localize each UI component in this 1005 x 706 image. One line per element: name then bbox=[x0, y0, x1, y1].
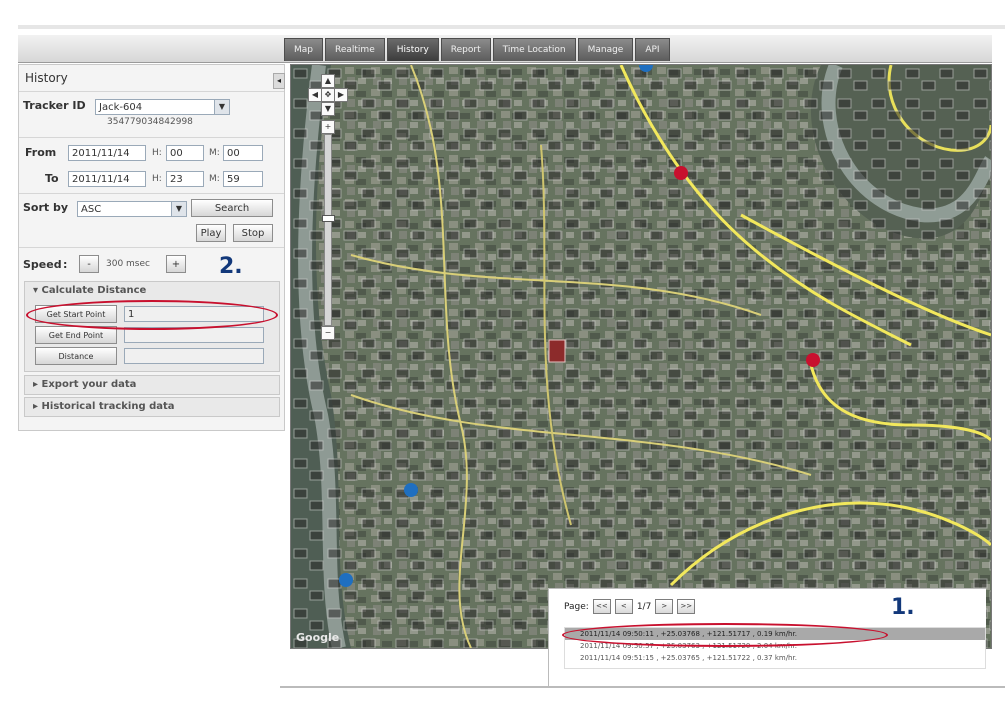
distance-field[interactable] bbox=[124, 348, 264, 364]
tab-time-location[interactable]: Time Location bbox=[492, 38, 576, 61]
prev-page-button[interactable]: < bbox=[614, 599, 633, 614]
tracker-row: Tracker ID Jack-604 ▼ 354779034842998 bbox=[23, 99, 278, 135]
speed-decrease-button[interactable]: - bbox=[79, 255, 99, 273]
annotation-oval-start-point bbox=[26, 300, 278, 330]
to-row: To 2011/11/14 H: 23 M: 59 bbox=[23, 171, 278, 189]
tracker-id-select[interactable]: Jack-604 ▼ bbox=[95, 99, 230, 115]
from-date-input[interactable]: 2011/11/14 bbox=[68, 145, 146, 161]
sort-label: Sort by bbox=[23, 201, 69, 214]
annotation-oval-first-result bbox=[562, 623, 888, 647]
pan-center-button[interactable]: ✥ bbox=[321, 88, 335, 102]
google-logo: Google bbox=[296, 631, 340, 644]
to-label: To bbox=[45, 172, 59, 185]
to-date-input[interactable]: 2011/11/14 bbox=[68, 171, 146, 187]
tab-manage[interactable]: Manage bbox=[577, 38, 634, 61]
tracker-imei: 354779034842998 bbox=[107, 117, 193, 127]
to-hour-input[interactable]: 23 bbox=[166, 171, 204, 187]
annotation-number-two: 2. bbox=[219, 254, 243, 279]
first-page-button[interactable]: << bbox=[592, 599, 611, 614]
speed-colon: : bbox=[63, 258, 68, 271]
historical-data-title: Historical tracking data bbox=[41, 401, 175, 412]
nav-tabbar: Map Realtime History Report Time Locatio… bbox=[18, 35, 992, 63]
from-minute-label: M: bbox=[209, 148, 220, 158]
chevron-down-icon: ▼ bbox=[171, 202, 186, 216]
results-panel: Page: << < 1/7 > >> 2011/11/14 09:50:11 … bbox=[548, 588, 986, 687]
export-data-section[interactable]: ▸ Export your data bbox=[24, 375, 280, 395]
divider bbox=[19, 137, 284, 138]
tracker-id-label: Tracker ID bbox=[23, 99, 86, 112]
export-data-header[interactable]: ▸ Export your data bbox=[25, 376, 279, 394]
divider bbox=[19, 247, 284, 248]
zoom-out-button[interactable]: − bbox=[321, 326, 335, 340]
map-imagery bbox=[291, 65, 991, 648]
page-indicator: 1/7 bbox=[636, 601, 652, 612]
sort-value: ASC bbox=[81, 204, 102, 215]
pagination: Page: << < 1/7 > >> bbox=[564, 599, 696, 614]
last-page-button[interactable]: >> bbox=[677, 599, 696, 614]
pan-down-button[interactable]: ▼ bbox=[321, 102, 335, 116]
pan-left-button[interactable]: ◀ bbox=[308, 88, 322, 102]
tab-realtime[interactable]: Realtime bbox=[325, 38, 385, 61]
historical-data-header[interactable]: ▸ Historical tracking data bbox=[25, 398, 279, 416]
search-button[interactable]: Search bbox=[191, 199, 273, 217]
to-hour-label: H: bbox=[152, 174, 162, 184]
tab-history[interactable]: History bbox=[386, 38, 439, 61]
panel-title: History bbox=[25, 71, 68, 85]
map-zoom-control: ▲ ◀ ✥ ▶ ▼ + − bbox=[308, 74, 348, 340]
speed-increase-button[interactable]: + bbox=[166, 255, 186, 273]
from-label: From bbox=[25, 146, 57, 159]
export-data-title: Export your data bbox=[41, 379, 137, 390]
bottom-divider bbox=[280, 686, 1005, 688]
zoom-in-button[interactable]: + bbox=[321, 120, 335, 134]
top-strip bbox=[18, 25, 1005, 29]
calculate-distance-header[interactable]: ▾ Calculate Distance bbox=[25, 282, 279, 300]
to-minute-label: M: bbox=[209, 174, 220, 184]
sort-select[interactable]: ASC ▼ bbox=[77, 201, 187, 217]
collapse-panel-button[interactable]: ◂ bbox=[273, 73, 285, 89]
speed-label: Speed bbox=[23, 258, 62, 271]
from-hour-label: H: bbox=[152, 148, 162, 158]
tab-api[interactable]: API bbox=[635, 38, 670, 61]
zoom-slider[interactable] bbox=[322, 134, 335, 326]
result-row[interactable]: 2011/11/14 09:51:15 , +25.03765 , +121.5… bbox=[565, 652, 985, 664]
satellite-map[interactable]: ▲ ◀ ✥ ▶ ▼ + − Google bbox=[290, 64, 992, 649]
calculate-distance-title: Calculate Distance bbox=[41, 285, 147, 296]
tab-list: Map Realtime History Report Time Locatio… bbox=[284, 38, 670, 61]
from-row: From 2011/11/14 H: 00 M: 00 bbox=[23, 145, 278, 163]
annotation-number-one: 1. bbox=[891, 595, 915, 620]
divider bbox=[19, 91, 284, 92]
page-label: Page: bbox=[564, 601, 589, 612]
distance-button[interactable]: Distance bbox=[35, 347, 117, 365]
divider bbox=[19, 193, 284, 194]
tab-report[interactable]: Report bbox=[440, 38, 491, 61]
tracker-id-value: Jack-604 bbox=[99, 102, 143, 113]
speed-value: 300 msec bbox=[106, 259, 150, 269]
historical-data-section[interactable]: ▸ Historical tracking data bbox=[24, 397, 280, 417]
pan-up-button[interactable]: ▲ bbox=[321, 74, 335, 88]
history-panel: History ◂ Tracker ID Jack-604 ▼ 35477903… bbox=[18, 64, 285, 431]
tab-map[interactable]: Map bbox=[284, 38, 323, 61]
next-page-button[interactable]: > bbox=[655, 599, 674, 614]
play-button[interactable]: Play bbox=[196, 224, 226, 242]
from-minute-input[interactable]: 00 bbox=[223, 145, 263, 161]
chevron-down-icon: ▼ bbox=[214, 100, 229, 114]
stop-button[interactable]: Stop bbox=[233, 224, 273, 242]
to-minute-input[interactable]: 59 bbox=[223, 171, 263, 187]
zoom-slider-handle[interactable] bbox=[322, 215, 335, 222]
pan-right-button[interactable]: ▶ bbox=[334, 88, 348, 102]
from-hour-input[interactable]: 00 bbox=[166, 145, 204, 161]
sort-row: Sort by ASC ▼ Search bbox=[23, 199, 278, 219]
